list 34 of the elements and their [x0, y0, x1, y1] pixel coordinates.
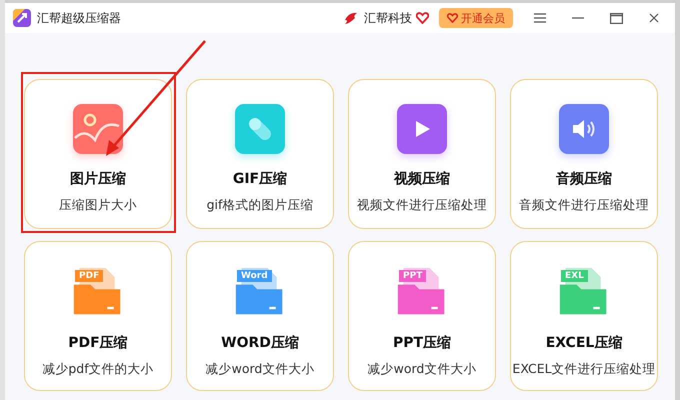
tool-description: 减少word文件大小: [368, 361, 476, 378]
tool-description: 视频文件进行压缩处理: [357, 197, 487, 214]
window-title: 汇帮超级压缩器: [37, 10, 121, 26]
file-tag: EXL: [561, 270, 588, 282]
brand-name: 汇帮科技: [364, 10, 412, 26]
app-logo-icon: [13, 9, 31, 27]
tool-description: EXCEL文件进行压缩处理: [512, 361, 656, 378]
tool-title: PDF压缩: [68, 334, 128, 352]
tool-description: 压缩图片大小: [59, 197, 137, 214]
tool-card[interactable]: PDF PDF压缩 减少pdf文件的大小: [24, 241, 172, 391]
tool-card[interactable]: GIF压缩 gif格式的图片压缩: [186, 79, 334, 229]
file-tag: PDF: [75, 270, 104, 282]
tool-title: EXCEL压缩: [546, 334, 622, 352]
tool-title: GIF压缩: [232, 170, 288, 188]
brand-logo-icon: [343, 10, 359, 26]
tool-card[interactable]: PPT PPT压缩 减少word文件大小: [348, 241, 496, 391]
tool-title: 音频压缩: [556, 170, 612, 188]
tool-title: WORD压缩: [221, 334, 299, 352]
tool-description: gif格式的图片压缩: [206, 197, 314, 214]
file-tag: Word: [237, 270, 272, 282]
tool-description: 减少pdf文件的大小: [42, 361, 154, 378]
tool-description: 音频文件进行压缩处理: [519, 197, 649, 214]
tool-card[interactable]: 视频压缩 视频文件进行压缩处理: [348, 79, 496, 229]
tool-title: 图片压缩: [70, 170, 126, 188]
heart-icon: [416, 12, 429, 24]
tool-title: PPT压缩: [392, 334, 452, 352]
tool-title: 视频压缩: [394, 170, 450, 188]
tool-card[interactable]: EXL EXCEL压缩 EXCEL文件进行压缩处理: [510, 241, 658, 391]
tool-card[interactable]: 音频压缩 音频文件进行压缩处理: [510, 79, 658, 229]
heart-icon: [447, 13, 458, 23]
tool-description: 减少word文件大小: [206, 361, 314, 378]
tool-card[interactable]: Word WORD压缩 减少word文件大小: [186, 241, 334, 391]
tool-card[interactable]: 图片压缩 压缩图片大小: [24, 79, 172, 229]
file-tag: PPT: [399, 270, 426, 282]
